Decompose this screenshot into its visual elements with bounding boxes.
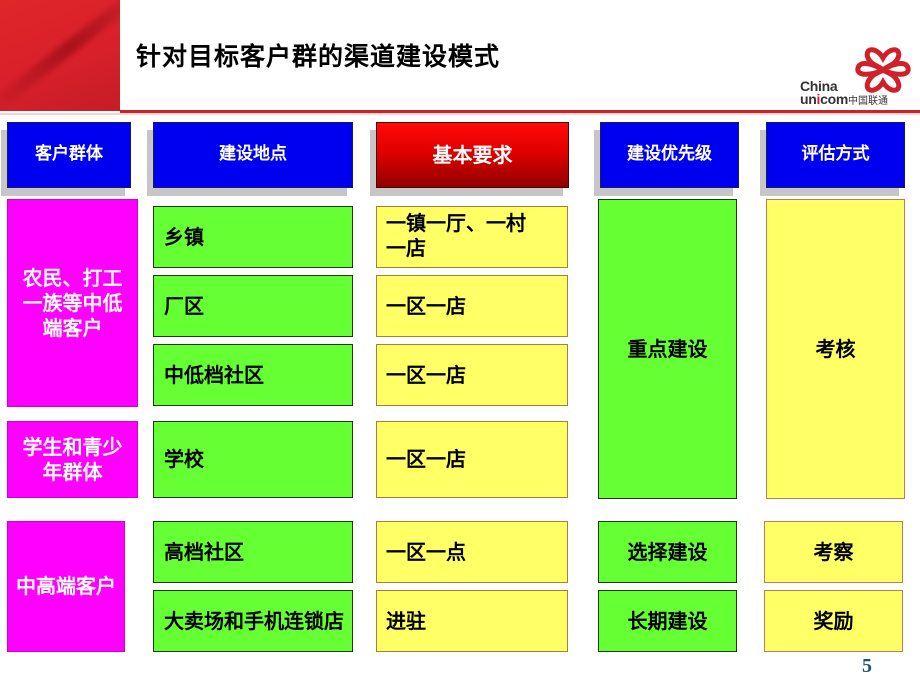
priority-label: 长期建设 [627, 608, 708, 633]
logo-text-un: un [800, 91, 817, 107]
priority-cell: 选择建设 [598, 521, 737, 583]
evaluation-cell: 奖励 [764, 590, 903, 652]
requirement-label: 一镇一厅、一村一店 [386, 211, 526, 260]
location-label: 高档社区 [164, 539, 244, 564]
header-evaluation: 评估方式 [766, 122, 905, 188]
customer-group-low-mid: 农民、打工一族等中低端客户 [7, 199, 138, 407]
location-label: 大卖场和手机连锁店 [164, 608, 344, 633]
header-divider-shadow [0, 113, 920, 115]
china-unicom-knot-icon [855, 47, 911, 93]
header-red-decoration [0, 0, 120, 111]
location-cell: 中低档社区 [153, 344, 353, 406]
evaluation-cell: 考察 [764, 521, 903, 583]
location-label: 中低档社区 [164, 362, 264, 387]
header-streak-decoration [0, 0, 120, 111]
requirement-label: 进驻 [386, 608, 426, 633]
location-label: 乡镇 [164, 224, 204, 249]
priority-label: 选择建设 [627, 539, 708, 564]
requirement-label: 一区一店 [386, 293, 466, 318]
requirement-cell: 进驻 [376, 590, 568, 652]
priority-cell-merged: 重点建设 [598, 199, 737, 499]
priority-label: 重点建设 [627, 336, 708, 361]
logo-text-com: com [820, 91, 848, 107]
requirement-label: 一区一点 [386, 539, 466, 564]
location-cell: 厂区 [153, 275, 353, 337]
customer-group-high-mid-label: 中高端客户 [16, 574, 116, 598]
header-requirement-label: 基本要求 [432, 142, 513, 167]
slide-title: 针对目标客户群的渠道建设模式 [136, 42, 501, 71]
customer-group-low-mid-label: 农民、打工一族等中低端客户 [22, 265, 123, 340]
evaluation-label: 考核 [815, 336, 856, 361]
evaluation-label: 考察 [813, 539, 854, 564]
evaluation-label: 奖励 [813, 608, 854, 633]
header-evaluation-label: 评估方式 [801, 144, 870, 165]
china-unicom-logo: China unicom中国联通 [796, 44, 920, 109]
requirement-cell: 一镇一厅、一村一店 [376, 206, 568, 268]
evaluation-cell-merged: 考核 [766, 199, 905, 499]
location-cell: 学校 [153, 421, 353, 498]
header-priority-label: 建设优先级 [627, 144, 712, 165]
header-location: 建设地点 [153, 122, 353, 188]
requirement-label: 一区一店 [386, 362, 466, 387]
customer-group-students: 学生和青少年群体 [7, 421, 138, 498]
location-label: 学校 [164, 447, 204, 471]
page-number: 5 [862, 655, 872, 677]
logo-text-unicom: unicom中国联通 [800, 92, 888, 109]
requirement-cell: 一区一店 [376, 421, 568, 498]
header-requirement: 基本要求 [376, 122, 569, 188]
location-cell: 大卖场和手机连锁店 [153, 590, 353, 652]
customer-group-students-label: 学生和青少年群体 [22, 434, 123, 484]
priority-cell: 长期建设 [598, 590, 737, 652]
header-customer-group-label: 客户群体 [35, 144, 103, 165]
location-cell: 高档社区 [153, 521, 353, 583]
customer-group-high-mid: 中高端客户 [7, 521, 125, 652]
requirement-cell: 一区一点 [376, 521, 568, 583]
header-priority: 建设优先级 [600, 122, 739, 188]
header-location-label: 建设地点 [219, 144, 287, 165]
requirement-cell: 一区一店 [376, 344, 568, 406]
logo-text-cn: 中国联通 [848, 96, 888, 107]
location-label: 厂区 [164, 293, 204, 318]
requirement-cell: 一区一店 [376, 275, 568, 337]
header-customer-group: 客户群体 [7, 122, 131, 188]
location-cell: 乡镇 [153, 206, 353, 268]
requirement-label: 一区一店 [386, 447, 466, 471]
